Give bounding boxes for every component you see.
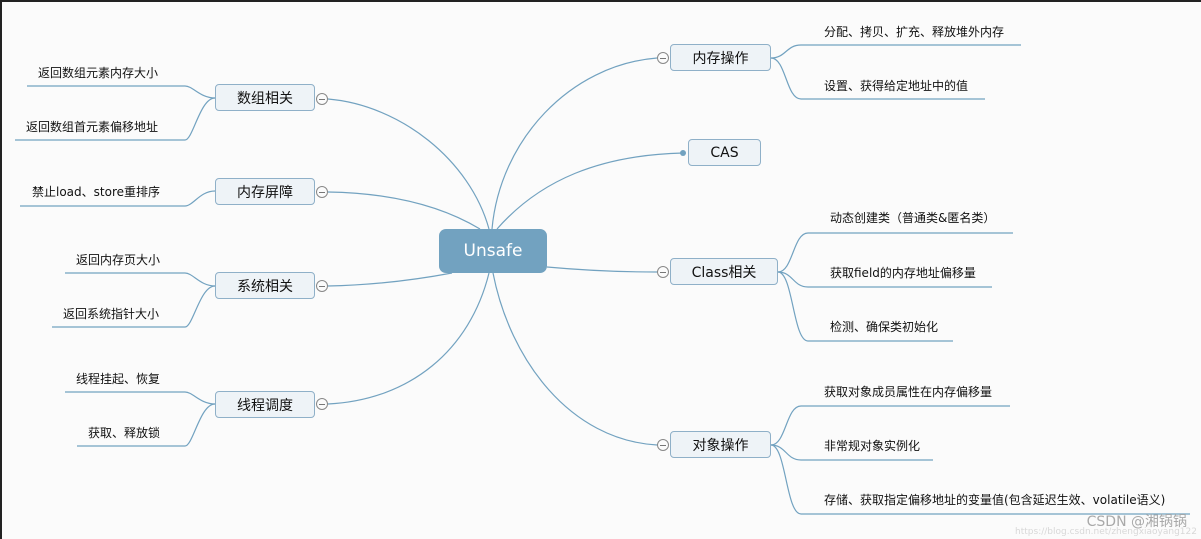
connector-center-system (327, 272, 453, 287)
mindmap-connectors (15, 44, 1190, 515)
subtopic-leaf[interactable]: 非常规对象实例化 (824, 437, 920, 454)
topic-label: 对象操作 (692, 437, 749, 454)
topic-cas[interactable]: CAS (688, 139, 761, 166)
connector-dot-icon (680, 150, 686, 156)
subtopic-leaf[interactable]: 返回内存页大小 (76, 251, 160, 268)
topic-thread-scheduling[interactable]: 线程调度 (215, 391, 315, 418)
topic-memory-operations[interactable]: 内存操作 (670, 44, 771, 71)
subtopic-leaf[interactable]: 设置、获得给定地址中的值 (824, 77, 968, 94)
subtopic-leaf[interactable]: 返回系统指针大小 (63, 305, 159, 322)
topic-label: 内存屏障 (237, 184, 293, 201)
collapse-toggle-icon[interactable] (316, 93, 328, 105)
topic-memory-barrier[interactable]: 内存屏障 (215, 178, 315, 205)
subtopic-leaf[interactable]: 获取对象成员属性在内存偏移量 (824, 383, 992, 400)
collapse-toggle-icon[interactable] (316, 398, 328, 410)
subtopic-leaf[interactable]: 获取field的内存地址偏移量 (830, 264, 976, 281)
topic-class[interactable]: Class相关 (670, 258, 778, 285)
connector-center-cas (496, 152, 684, 230)
topic-array[interactable]: 数组相关 (215, 84, 315, 111)
watermark-url: https://blog.csdn.net/zhengxiaoyang122 (1015, 527, 1197, 537)
connector-leaf (27, 85, 216, 99)
subtopic-leaf[interactable]: 存储、获取指定偏移地址的变量值(包含延迟生效、volatile语义) (824, 491, 1165, 508)
connector-center-array (327, 98, 490, 230)
central-topic-unsafe[interactable]: Unsafe (439, 229, 547, 273)
topic-label: 线程调度 (237, 397, 293, 414)
topic-object-operations[interactable]: 对象操作 (670, 431, 771, 458)
collapse-toggle-icon[interactable] (657, 439, 669, 451)
collapse-toggle-icon[interactable] (657, 52, 669, 64)
subtopic-leaf[interactable]: 禁止load、store重排序 (32, 183, 160, 200)
topic-label: 内存操作 (692, 50, 749, 67)
topic-label: Class相关 (691, 264, 757, 281)
connector-center-barrier (327, 191, 481, 230)
connector-center-class (546, 266, 658, 273)
central-topic-label: Unsafe (463, 241, 523, 261)
connector-leaf (65, 272, 216, 287)
collapse-toggle-icon[interactable] (316, 186, 328, 198)
connector-center-thread (327, 272, 490, 405)
topic-label: CAS (710, 144, 739, 161)
subtopic-leaf[interactable]: 动态创建类（普通类&匿名类） (830, 209, 995, 226)
collapse-toggle-icon[interactable] (657, 266, 669, 278)
topic-label: 系统相关 (237, 278, 293, 295)
subtopic-leaf[interactable]: 返回数组元素内存大小 (38, 64, 158, 81)
subtopic-leaf[interactable]: 返回数组首元素偏移地址 (26, 118, 158, 135)
connector-leaf (65, 391, 216, 405)
connector-center-object (492, 272, 658, 446)
topic-system[interactable]: 系统相关 (215, 272, 315, 299)
topic-label: 数组相关 (237, 90, 293, 107)
connector-leaf (770, 44, 1021, 59)
subtopic-leaf[interactable]: 分配、拷贝、扩充、释放堆外内存 (824, 23, 1004, 40)
collapse-toggle-icon[interactable] (316, 280, 328, 292)
subtopic-leaf[interactable]: 获取、释放锁 (88, 424, 160, 441)
subtopic-leaf[interactable]: 检测、确保类初始化 (830, 318, 938, 335)
connector-center-memory (491, 57, 658, 230)
subtopic-leaf[interactable]: 线程挂起、恢复 (76, 370, 160, 387)
